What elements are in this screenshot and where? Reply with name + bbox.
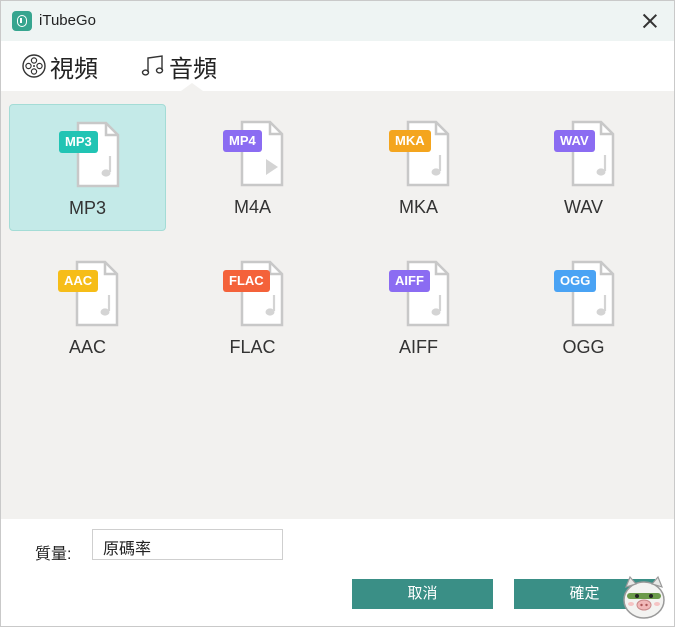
music-notes-icon bbox=[141, 55, 164, 76]
format-badge: MKA bbox=[389, 130, 431, 152]
format-label: WAV bbox=[564, 197, 603, 217]
format-badge: OGG bbox=[554, 270, 597, 292]
format-item-aac[interactable]: AAC AAC bbox=[9, 244, 166, 371]
tab-video[interactable]: 視頻 bbox=[21, 51, 98, 83]
mascot-pig-icon bbox=[623, 575, 665, 619]
format-label: AIFF bbox=[399, 337, 438, 357]
format-label: M4A bbox=[233, 197, 271, 217]
format-item-aiff[interactable]: AIFF AIFF bbox=[340, 244, 497, 371]
format-label: OGG bbox=[562, 337, 605, 357]
app-logo-icon bbox=[12, 11, 32, 31]
window-title: iTubeGo bbox=[39, 12, 96, 29]
tab-video-label: 視頻 bbox=[50, 55, 98, 83]
tab-audio-label: 音頻 bbox=[169, 55, 217, 83]
format-label: FLAC bbox=[229, 337, 276, 357]
quality-label: 質量: bbox=[35, 546, 72, 563]
format-item-flac[interactable]: FLAC FLAC bbox=[174, 244, 331, 371]
format-label: MKA bbox=[398, 197, 438, 217]
format-badge: WAV bbox=[554, 130, 595, 152]
quality-select[interactable]: 原碼率 bbox=[92, 529, 283, 560]
format-badge: AAC bbox=[58, 270, 99, 292]
tab-bar: 視頻 音頻 bbox=[1, 41, 674, 91]
format-item-m4a[interactable]: MP4 M4A bbox=[174, 104, 331, 231]
format-badge: AIFF bbox=[389, 270, 430, 292]
format-label: AAC bbox=[68, 337, 106, 357]
tab-audio[interactable]: 音頻 bbox=[140, 51, 217, 83]
format-label: MP3 bbox=[68, 198, 106, 218]
format-badge: MP3 bbox=[59, 131, 98, 153]
film-reel-icon bbox=[22, 54, 46, 78]
format-item-mka[interactable]: MKA MKA bbox=[340, 104, 497, 231]
format-item-mp3[interactable]: MP3 MP3 bbox=[9, 104, 166, 231]
format-badge: FLAC bbox=[223, 270, 270, 292]
format-item-ogg[interactable]: OGG OGG bbox=[505, 244, 662, 371]
title-bar: iTubeGo bbox=[1, 1, 674, 41]
dialog-window: iTubeGo 視頻 音頻 MP3 MP3 MP4 M4A MKA MKA WAV WAV bbox=[0, 0, 675, 627]
cancel-button[interactable]: 取消 bbox=[352, 579, 493, 609]
active-tab-indicator bbox=[181, 83, 203, 91]
close-icon[interactable] bbox=[640, 11, 660, 31]
format-grid: MP3 MP3 MP4 M4A MKA MKA WAV WAV AAC AAC FLAC FLAC AI… bbox=[1, 91, 674, 519]
format-item-wav[interactable]: WAV WAV bbox=[505, 104, 662, 231]
format-badge: MP4 bbox=[223, 130, 262, 152]
